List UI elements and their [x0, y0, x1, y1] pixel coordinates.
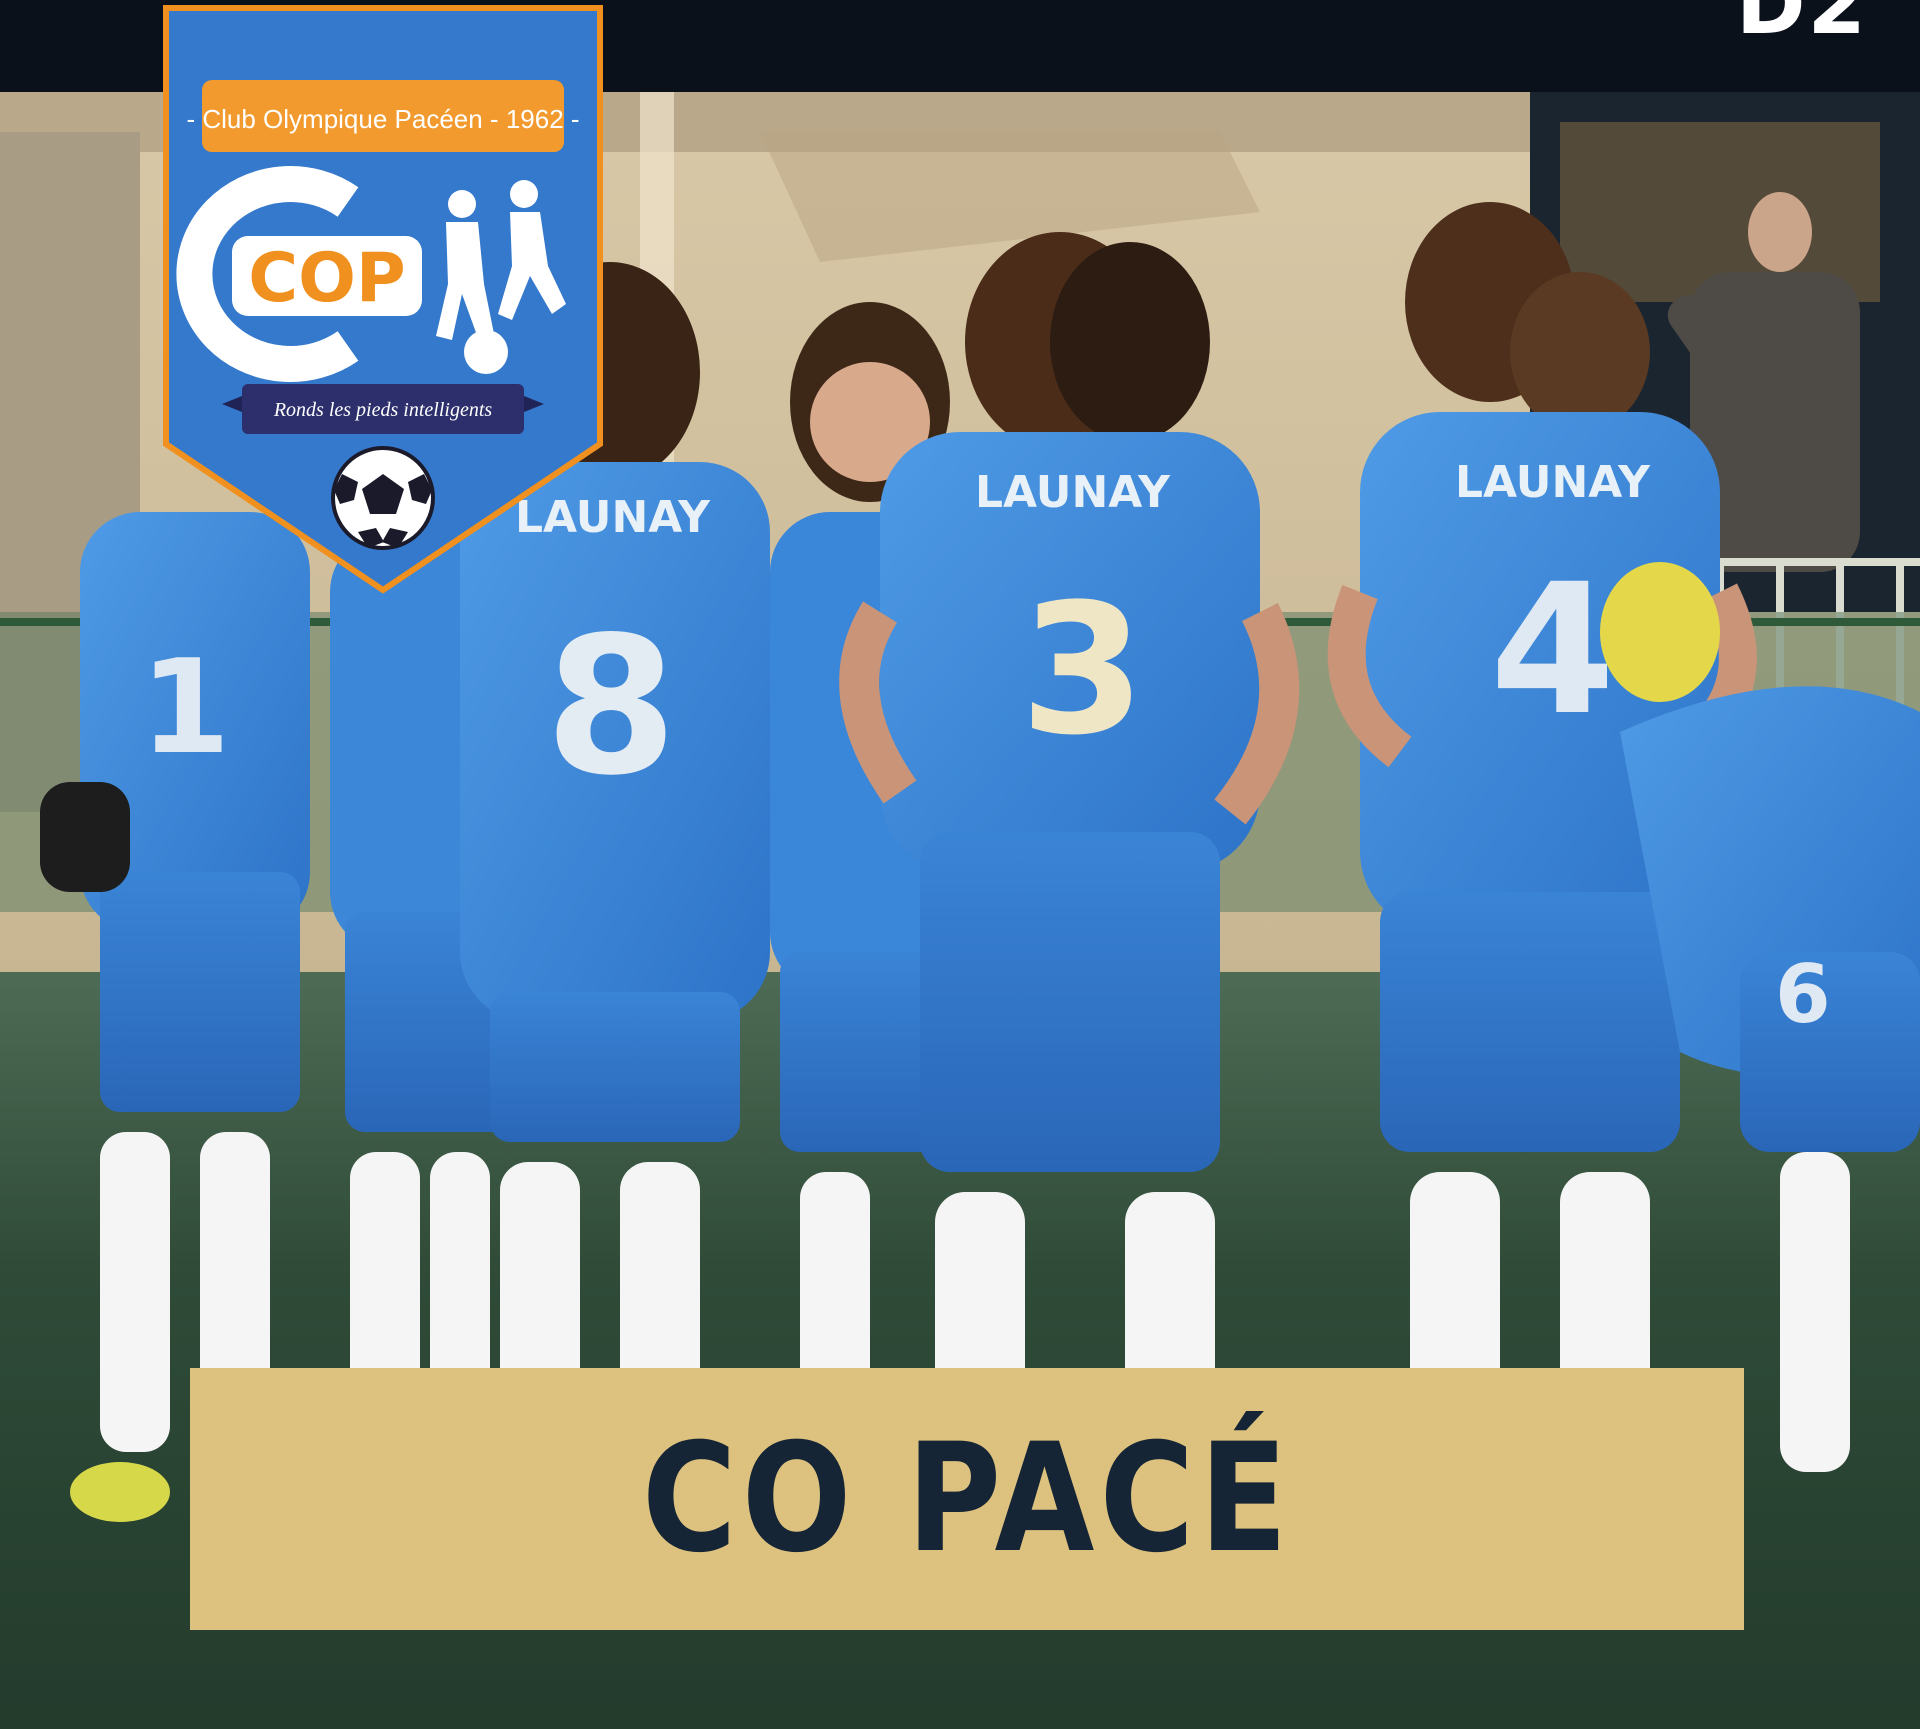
team-name-banner: CO PACÉ — [190, 1368, 1744, 1630]
club-crest-icon: - Club Olympique Pacéen - 1962 - COP Ron… — [163, 5, 603, 594]
jersey-name-player-3: LAUNAY — [975, 467, 1171, 518]
jersey-number-player-8: 8 — [545, 596, 677, 817]
jersey-number-player-6: 6 — [1775, 948, 1831, 1041]
club-crest: - Club Olympique Pacéen - 1962 - COP Ron… — [162, 4, 604, 594]
svg-text:1: 1 — [140, 631, 230, 783]
jersey-number-player-4: 4 — [1490, 546, 1615, 755]
goalkeeper-shirt — [1600, 562, 1720, 702]
team-name: CO PACÉ — [641, 1412, 1293, 1586]
jersey-name-player-4: LAUNAY — [1455, 457, 1651, 508]
crest-motto: Ronds les pieds intelligents — [273, 399, 493, 421]
division-label: D2 — [1735, 0, 1868, 53]
football-icon — [331, 446, 435, 550]
crest-ribbon-text: - Club Olympique Pacéen - 1962 - — [186, 104, 579, 134]
jersey-number-player-3: 3 — [1020, 566, 1145, 775]
crest-monogram: COP — [248, 239, 406, 318]
